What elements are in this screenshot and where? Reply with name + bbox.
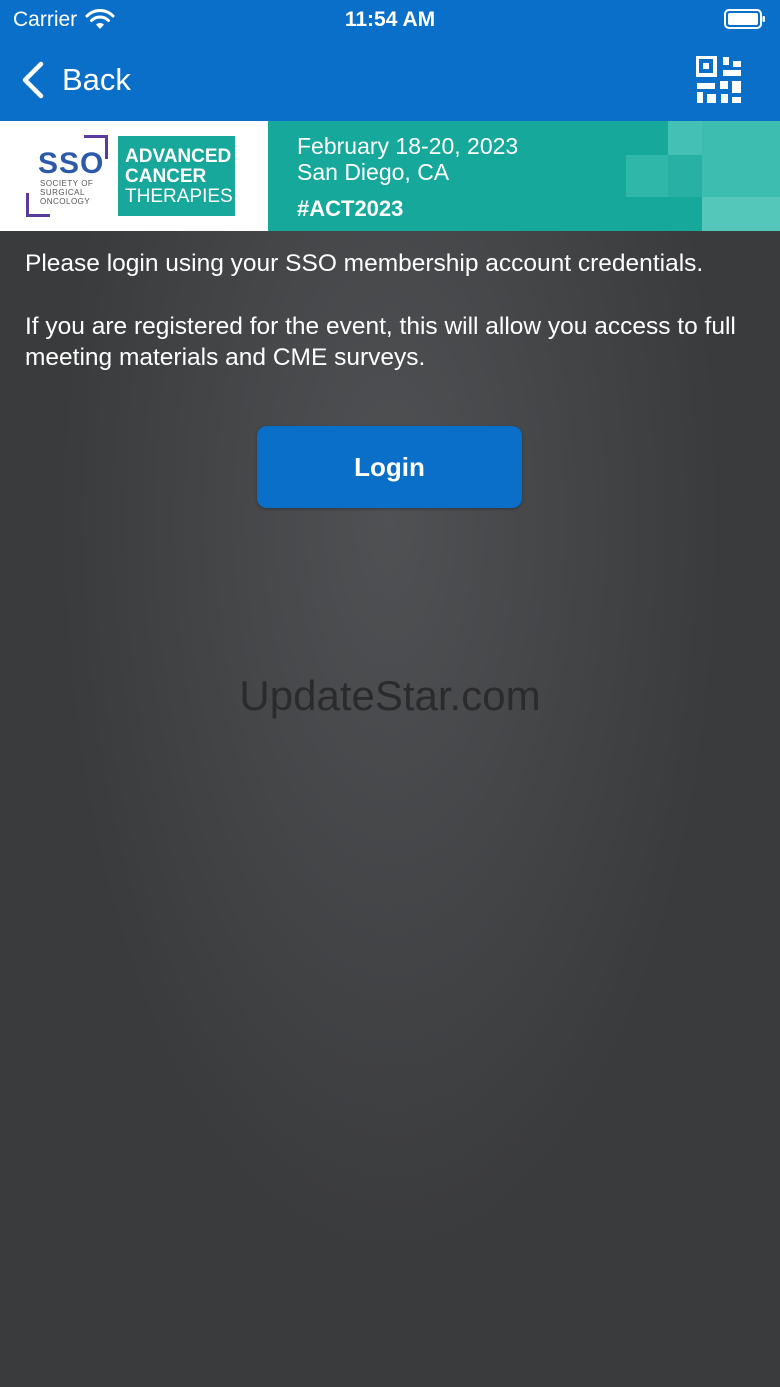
- decorative-square: [626, 155, 668, 197]
- event-location: San Diego, CA: [297, 159, 450, 185]
- battery-icon: [724, 9, 765, 29]
- decorative-square: [702, 197, 780, 231]
- act-logo: ADVANCED CANCER THERAPIES: [118, 136, 235, 216]
- status-time: 11:54 AM: [344, 8, 436, 31]
- sso-logo: SSO: [38, 147, 105, 180]
- watermark: UpdateStar.com: [239, 672, 541, 719]
- login-message: Please login using your SSO membership a…: [25, 248, 760, 373]
- back-button[interactable]: Back: [20, 56, 131, 104]
- login-button[interactable]: Login: [257, 426, 522, 508]
- chevron-left-icon: [22, 61, 44, 99]
- event-date: February 18-20, 2023: [297, 133, 519, 159]
- navigation-bar: Back: [0, 52, 780, 112]
- sso-logo-subtitle: SOCIETY OF SURGICAL ONCOLOGY: [40, 179, 94, 206]
- event-hashtag: #ACT2023: [297, 196, 404, 221]
- decorative-square: [668, 155, 702, 197]
- status-bar: Carrier 11:54 AM: [0, 0, 780, 40]
- event-banner: SSO SOCIETY OF SURGICAL ONCOLOGY ADVANCE…: [0, 121, 780, 231]
- logo-panel: SSO SOCIETY OF SURGICAL ONCOLOGY ADVANCE…: [0, 121, 268, 231]
- decorative-square: [668, 121, 702, 155]
- instruction-text: Please login using your SSO membership a…: [25, 250, 704, 277]
- background-texture: [0, 231, 780, 1387]
- back-label: Back: [62, 62, 131, 97]
- info-text: If you are registered for the event, thi…: [25, 313, 736, 371]
- qr-code-icon[interactable]: [696, 56, 742, 104]
- event-info-panel: February 18-20, 2023 San Diego, CA #ACT2…: [268, 121, 780, 231]
- top-bar: Carrier 11:54 AM Back: [0, 0, 780, 121]
